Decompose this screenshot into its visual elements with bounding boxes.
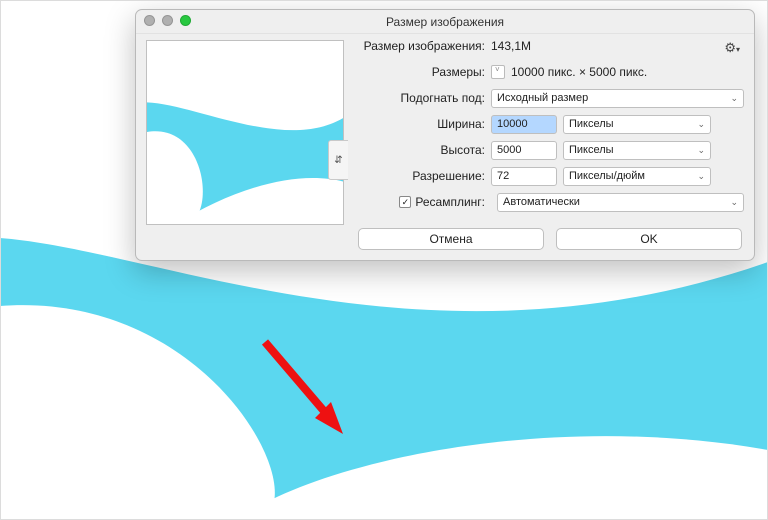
dimensions-label: Размеры: [358, 65, 491, 79]
fit-to-select[interactable]: Исходный размер ⌄ [491, 89, 744, 108]
zoom-window-button[interactable] [180, 15, 191, 26]
ok-button[interactable]: OK [556, 228, 742, 250]
dimensions-value: 10000 пикс. × 5000 пикс. [511, 65, 647, 79]
close-window-button[interactable] [144, 15, 155, 26]
constrain-proportions-icon[interactable] [328, 140, 348, 180]
resolution-input[interactable] [491, 167, 557, 186]
height-unit-select[interactable]: Пикселы ⌄ [563, 141, 711, 160]
resample-method-select[interactable]: Автоматически ⌄ [497, 193, 744, 212]
image-size-value: 143,1M [491, 39, 531, 53]
form-area: Размер изображения: 143,1M Размеры: 1000… [358, 34, 744, 216]
cancel-button[interactable]: Отмена [358, 228, 544, 250]
dialog-body: ⚙▾ Размер изображения: 143,1M Размеры: 1… [136, 34, 754, 260]
fit-to-label: Подогнать под: [358, 91, 491, 105]
chevron-down-icon: ⌄ [697, 171, 705, 182]
width-unit-value: Пикселы [569, 118, 614, 130]
resolution-unit-value: Пикселы/дюйм [569, 170, 645, 182]
chevron-down-icon: ⌄ [697, 145, 705, 156]
width-label: Ширина: [358, 117, 491, 131]
window-controls [144, 15, 191, 26]
resample-method-value: Автоматически [503, 196, 580, 208]
height-input[interactable] [491, 141, 557, 160]
dialog-buttons: Отмена OK [358, 228, 742, 250]
resolution-unit-select[interactable]: Пикселы/дюйм ⌄ [563, 167, 711, 186]
minimize-window-button[interactable] [162, 15, 173, 26]
resample-checkbox[interactable] [399, 196, 411, 208]
chevron-down-icon: ⌄ [697, 119, 705, 130]
image-preview[interactable] [146, 40, 344, 225]
chevron-down-icon: ⌄ [730, 93, 738, 104]
resolution-label: Разрешение: [358, 169, 491, 183]
dialog-title: Размер изображения [386, 15, 504, 29]
width-unit-select[interactable]: Пикселы ⌄ [563, 115, 711, 134]
image-size-dialog: Размер изображения ⚙▾ Размер изображения… [135, 9, 755, 261]
resample-label: Ресамплинг: [415, 195, 485, 209]
image-size-label: Размер изображения: [358, 39, 491, 53]
width-input[interactable] [491, 115, 557, 134]
dimensions-unit-toggle[interactable] [491, 65, 505, 79]
height-label: Высота: [358, 143, 491, 157]
chevron-down-icon: ⌄ [730, 197, 738, 208]
fit-to-value: Исходный размер [497, 92, 588, 104]
dialog-titlebar: Размер изображения [136, 10, 754, 34]
height-unit-value: Пикселы [569, 144, 614, 156]
